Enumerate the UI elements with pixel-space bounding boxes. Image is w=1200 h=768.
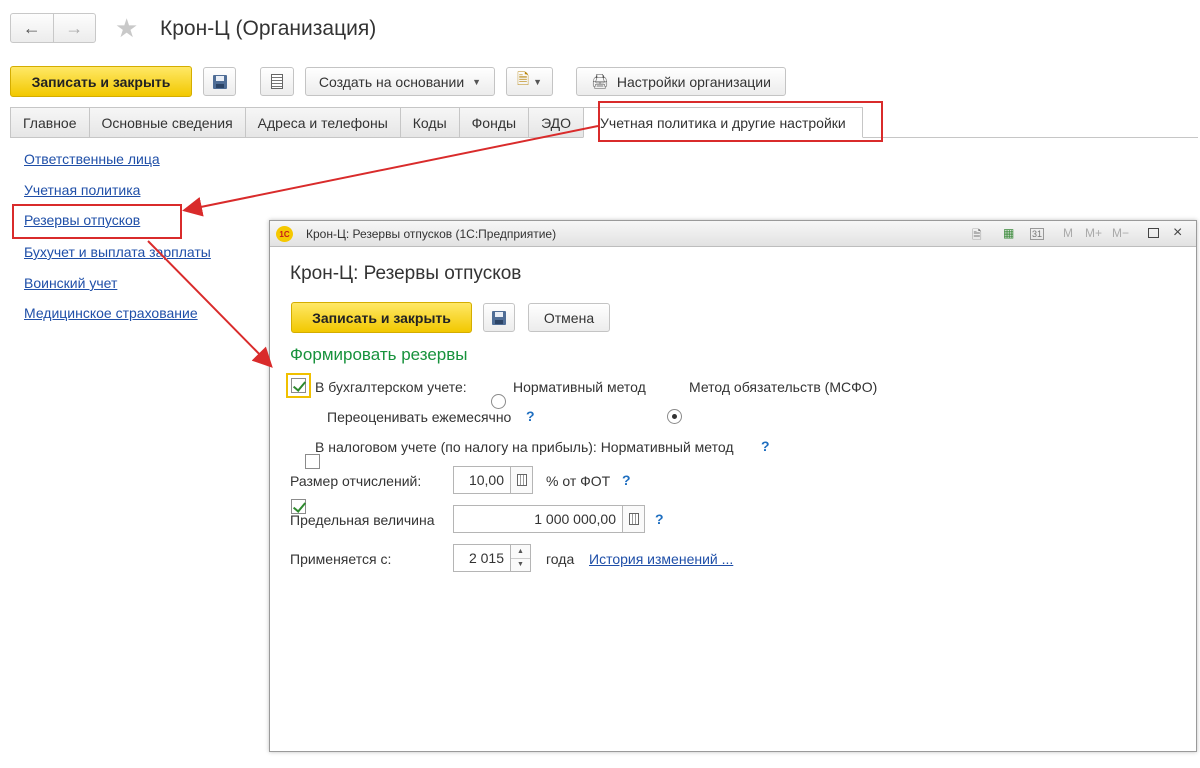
annotation-arrows [147, 125, 599, 368]
arrow-tab-to-link [182, 125, 599, 217]
arrow-link-to-dialog [147, 240, 273, 368]
